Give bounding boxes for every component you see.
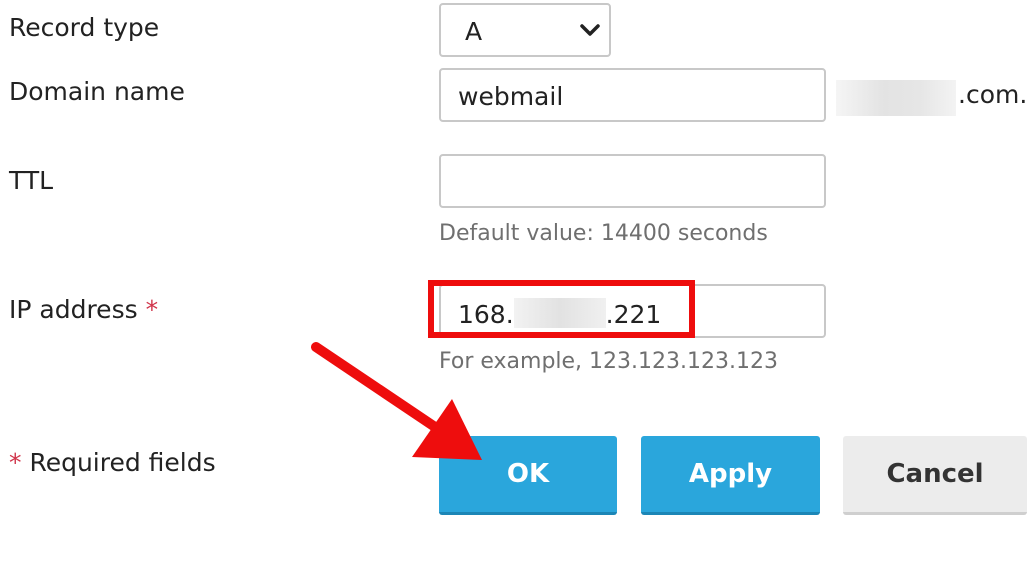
ip-address-label-text: IP address: [9, 295, 138, 324]
ttl-hint: Default value: 14400 seconds: [439, 221, 768, 246]
ip-highlight-box: [428, 280, 695, 338]
record-type-select[interactable]: A: [439, 3, 611, 57]
record-type-value: A: [465, 17, 483, 46]
arrow-annotation-icon: [311, 342, 482, 460]
domain-name-label: Domain name: [9, 77, 185, 106]
cancel-button[interactable]: Cancel: [843, 436, 1027, 515]
ip-address-label: IP address *: [9, 295, 158, 324]
domain-name-input[interactable]: webmail: [439, 68, 826, 122]
required-star: *: [145, 295, 159, 324]
record-type-label: Record type: [9, 13, 160, 42]
required-note-text: Required fields: [29, 448, 216, 477]
redacted-domain: [836, 80, 956, 116]
ttl-label: TTL: [9, 166, 54, 195]
required-fields-note: * Required fields: [9, 448, 216, 477]
ttl-input[interactable]: [439, 154, 826, 208]
domain-name-value: webmail: [458, 82, 564, 111]
required-note-star: *: [9, 448, 22, 477]
apply-button[interactable]: Apply: [641, 436, 820, 515]
domain-suffix: .com.: [958, 80, 1028, 109]
chevron-down-icon: [580, 24, 600, 36]
